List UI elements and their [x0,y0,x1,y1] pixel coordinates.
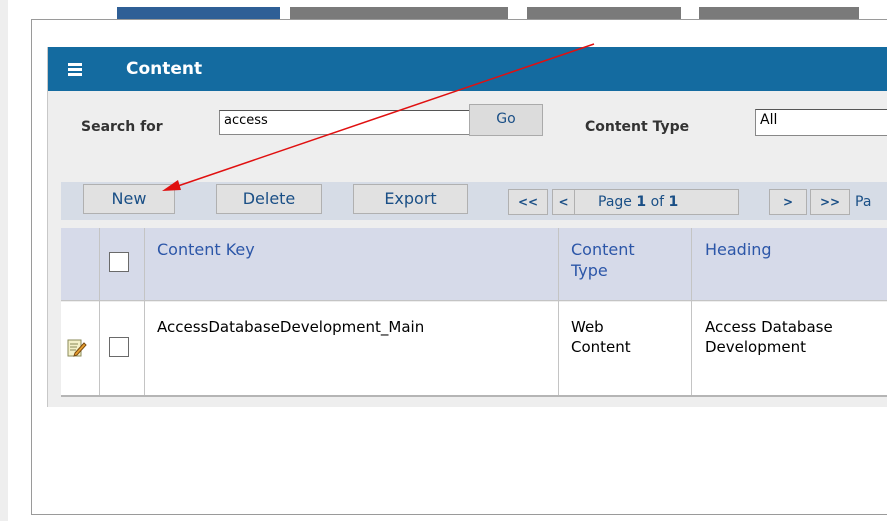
annotation-arrow [162,43,595,191]
